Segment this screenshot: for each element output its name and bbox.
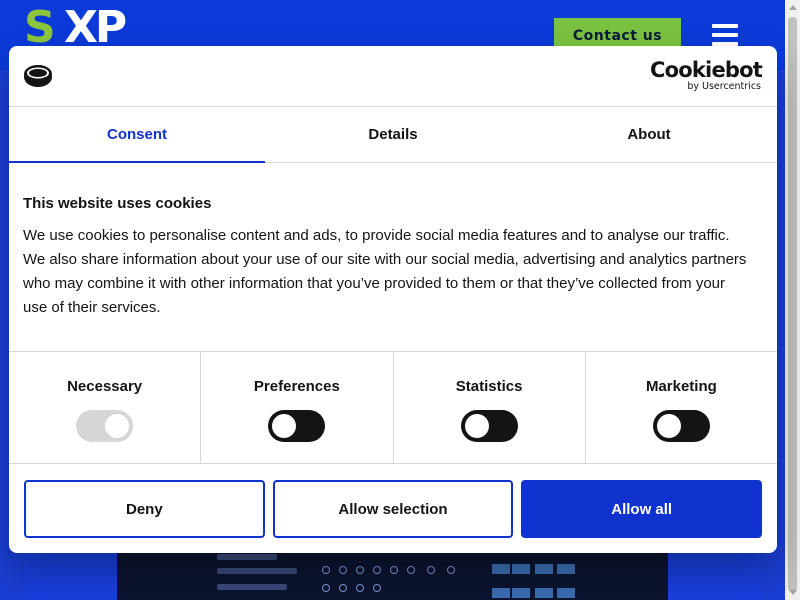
necessary-toggle bbox=[76, 410, 134, 442]
scroll-down-arrow-icon[interactable] bbox=[785, 585, 800, 600]
tab-consent[interactable]: Consent bbox=[9, 107, 265, 163]
consent-tabs: Consent Details About bbox=[9, 107, 777, 163]
statistics-toggle[interactable] bbox=[460, 410, 518, 442]
allow-selection-button[interactable]: Allow selection bbox=[272, 480, 514, 538]
tab-about[interactable]: About bbox=[521, 107, 777, 162]
category-marketing: Marketing bbox=[586, 352, 777, 463]
category-statistics: Statistics bbox=[394, 352, 586, 463]
allow-all-button[interactable]: Allow all bbox=[521, 480, 763, 538]
brand-subtitle: by Usercentrics bbox=[687, 81, 761, 92]
category-label: Preferences bbox=[253, 378, 340, 395]
category-label: Statistics bbox=[455, 378, 523, 395]
dialog-title: This website uses cookies bbox=[23, 195, 212, 212]
category-label: Marketing bbox=[645, 378, 717, 395]
category-necessary: Necessary bbox=[9, 352, 202, 463]
category-preferences: Preferences bbox=[201, 352, 394, 463]
scroll-thumb[interactable] bbox=[788, 17, 797, 592]
cookie-icon bbox=[24, 65, 52, 87]
marketing-toggle[interactable] bbox=[652, 410, 710, 442]
preferences-toggle[interactable] bbox=[268, 410, 326, 442]
cookie-consent-dialog: Cookiebot by Usercentrics Consent Detail… bbox=[9, 46, 777, 553]
category-label: Necessary bbox=[67, 378, 143, 395]
brand-name: Cookiebot bbox=[650, 58, 763, 82]
dialog-header: Cookiebot by Usercentrics bbox=[9, 46, 777, 107]
scroll-up-arrow-icon[interactable] bbox=[785, 0, 800, 15]
consent-actions: Deny Allow selection Allow all bbox=[24, 480, 763, 538]
tab-details[interactable]: Details bbox=[265, 107, 521, 162]
dialog-body-text: We use cookies to personalise content an… bbox=[23, 227, 747, 316]
deny-button[interactable]: Deny bbox=[24, 480, 265, 538]
cookiebot-logo[interactable]: Cookiebot by Usercentrics bbox=[650, 58, 763, 92]
cookie-category-toggles: Necessary Preferences Statistics Marketi… bbox=[9, 351, 777, 464]
page-scrollbar[interactable] bbox=[785, 0, 800, 600]
